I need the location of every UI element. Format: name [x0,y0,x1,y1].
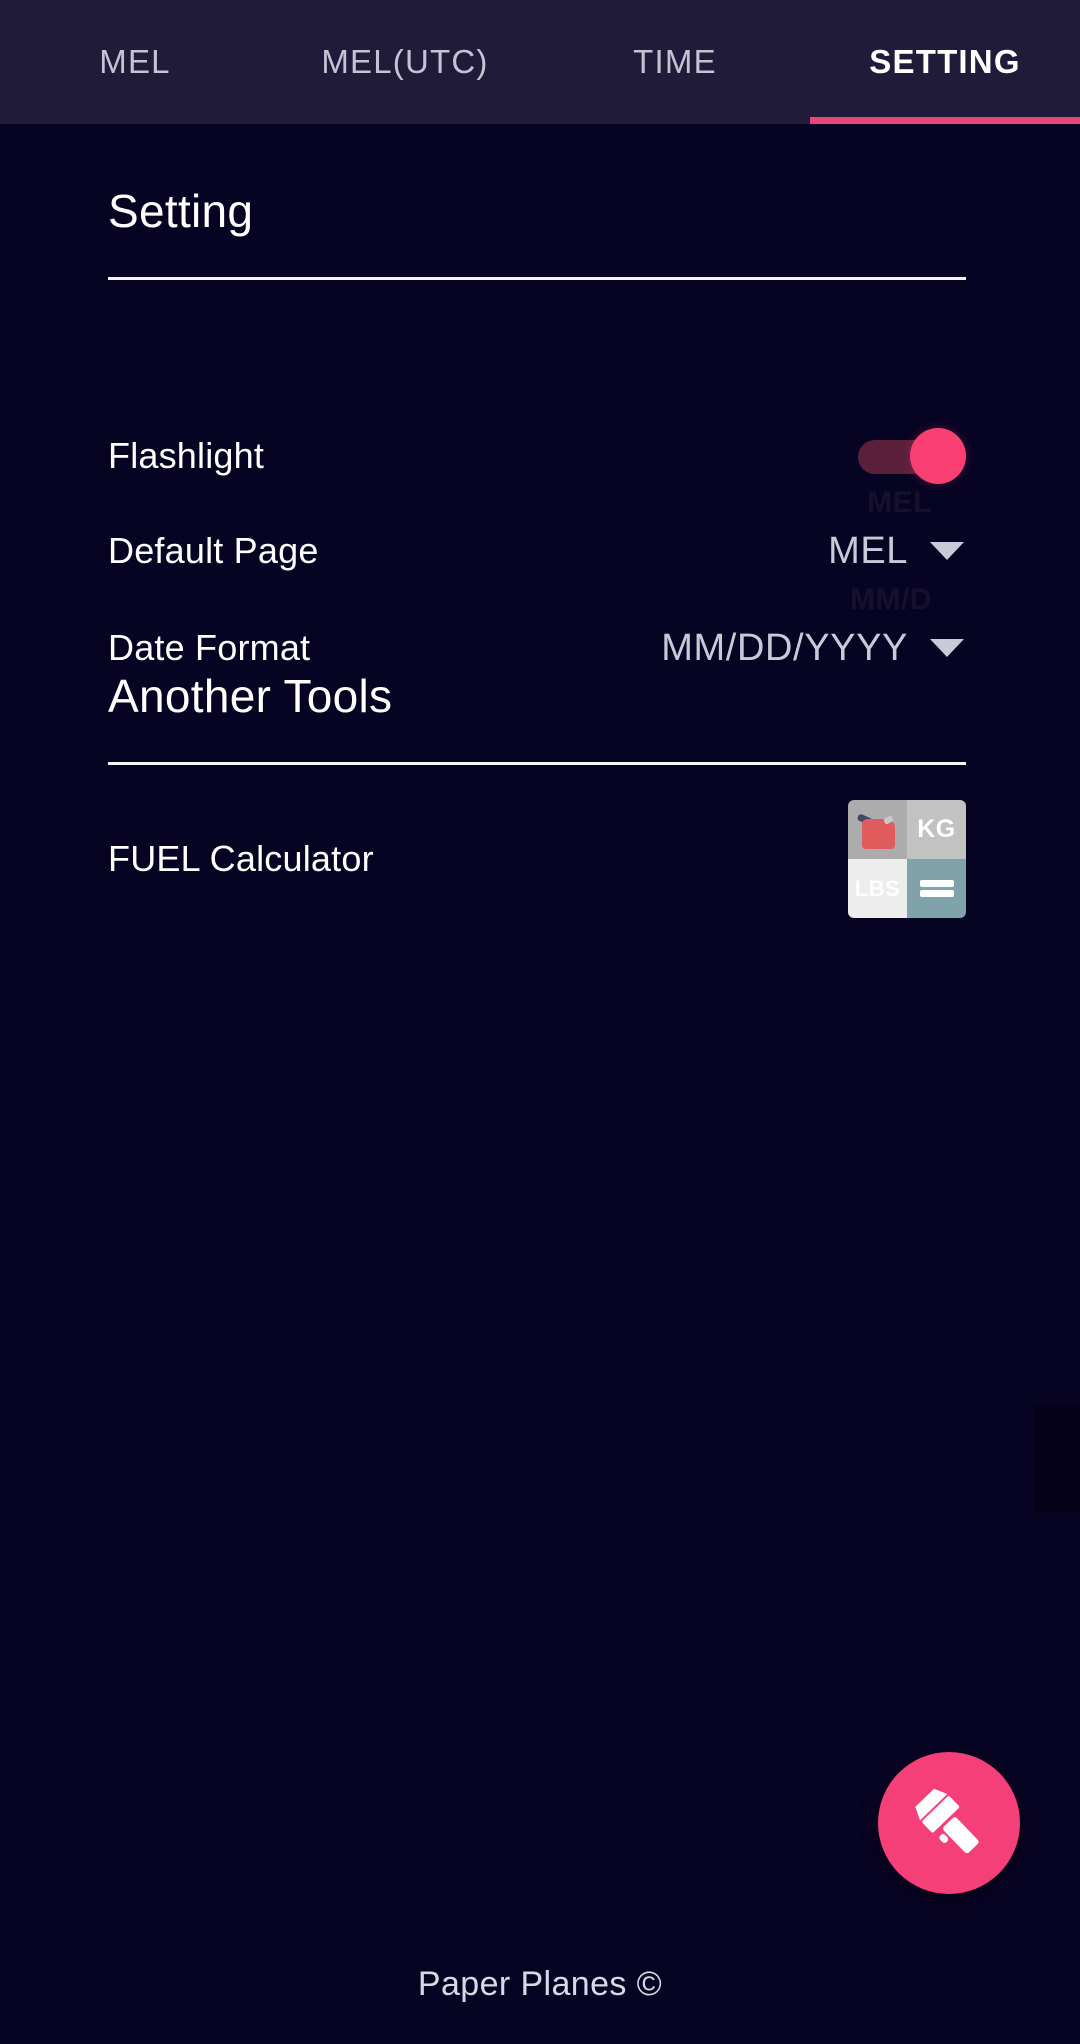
flashlight-fab-button[interactable] [878,1752,1020,1894]
toggle-thumb [910,428,966,484]
default-page-label: Default Page [108,530,319,571]
tab-label: MEL [99,43,171,80]
chevron-down-icon [930,542,964,560]
tab-mel[interactable]: MEL [0,0,270,124]
settings-content: Setting Flashlight Default Page MEL MEL … [0,124,1080,2044]
chevron-down-icon [930,639,964,657]
date-format-dropdown[interactable]: MM/D MM/DD/YYYY [661,583,966,670]
tab-label: SETTING [869,43,1021,80]
fuel-calculator-label: FUEL Calculator [108,838,374,879]
default-page-dropdown[interactable]: MEL MEL [828,486,966,573]
date-format-value: MM/DD/YYYY [661,626,908,669]
fuel-can-cell [848,800,907,859]
flashlight-icon [915,1788,979,1854]
fuel-kg-cell: KG [907,800,966,859]
footer-credit: Paper Planes © [417,1965,663,2003]
fuel-calculator-icon[interactable]: KG LBS [848,800,966,918]
tab-setting[interactable]: SETTING [810,0,1080,124]
equals-bar [919,880,954,887]
equals-icon [919,877,954,900]
equals-bar [919,890,954,897]
fuel-kg-label: KG [917,815,956,843]
row-fuel-calculator[interactable]: FUEL Calculator KG LBS [108,794,966,924]
screen-edge-artifact [1034,1405,1080,1513]
flashlight-toggle[interactable] [858,428,966,484]
fuel-can-icon [856,811,897,849]
active-tab-indicator [810,117,1080,124]
top-tab-bar: MEL MEL(UTC) TIME SETTING [0,0,1080,124]
tools-section-title: Another Tools [108,670,393,722]
row-default-page[interactable]: Default Page MEL MEL [108,486,966,593]
fuel-lbs-label: LBS [854,875,901,901]
tab-mel-utc[interactable]: MEL(UTC) [270,0,540,124]
date-format-label: Date Format [108,627,311,668]
tools-section-divider [108,762,966,765]
app-screen: MEL MEL(UTC) TIME SETTING Setting Flashl… [0,0,1080,2044]
default-page-value: MEL [828,529,908,572]
tab-time[interactable]: TIME [540,0,810,124]
setting-section-divider [108,277,966,280]
setting-section-title: Setting [108,185,254,237]
tab-label: TIME [633,43,717,80]
fuel-equals-cell [907,859,966,918]
flashlight-label: Flashlight [108,435,265,476]
fuel-lbs-cell: LBS [848,859,907,918]
tab-label: MEL(UTC) [321,43,489,80]
row-flashlight[interactable]: Flashlight [108,414,966,498]
fuel-can-body [861,818,895,849]
